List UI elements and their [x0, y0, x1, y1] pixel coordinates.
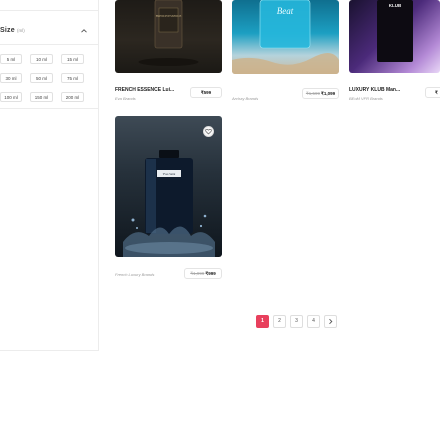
- product-brand: Archay Brands: [232, 96, 259, 101]
- price-box[interactable]: ₹599: [190, 87, 222, 98]
- product-image[interactable]: FRENCH ESSENCE: [115, 0, 222, 73]
- price-original: ₹1,999: [190, 271, 205, 276]
- size-chip-50ml[interactable]: 50 ml: [30, 73, 53, 83]
- size-filter-header[interactable]: Size (ml): [0, 25, 98, 39]
- bottle-label-text: FRENCH ESSENCE: [156, 14, 182, 18]
- size-filter-title: Size: [0, 27, 15, 34]
- perfume-bottle-image: KLUB: [377, 0, 413, 62]
- divider: [0, 44, 98, 45]
- product-listing-page: Size (ml) 5 ml 10 ml 15 ml 30 ml 50 ml 7…: [0, 0, 440, 440]
- perfume-bottle-image: Yves Saint: [123, 150, 215, 257]
- size-chip-200ml[interactable]: 200 ml: [61, 92, 84, 102]
- product-name[interactable]: FRENCH ESSENCE Lui...: [115, 87, 174, 93]
- chevron-up-icon[interactable]: [80, 27, 88, 35]
- bottle-label-text: Beat: [277, 6, 294, 16]
- page-4-button[interactable]: 4: [307, 315, 320, 328]
- price-box[interactable]: ₹1,599₹1,099: [302, 88, 339, 99]
- page-1-button[interactable]: 1: [256, 315, 269, 328]
- size-chip-150ml[interactable]: 150 ml: [30, 92, 53, 102]
- size-filter-unit: (ml): [17, 28, 25, 33]
- product-image[interactable]: KLUB: [349, 0, 440, 73]
- size-chip-75ml[interactable]: 75 ml: [61, 73, 84, 83]
- heart-icon: [205, 128, 212, 135]
- filter-sidebar: Size (ml) 5 ml 10 ml 15 ml 30 ml 50 ml 7…: [0, 0, 99, 351]
- bottle-label-text: Yves Saint: [163, 172, 176, 176]
- wishlist-button[interactable]: [203, 126, 214, 137]
- page-3-button[interactable]: 3: [290, 315, 303, 328]
- size-chip-100ml[interactable]: 100 ml: [0, 92, 22, 102]
- price-original: ₹1,599: [305, 91, 320, 96]
- bottle-label-text: KLUB: [389, 3, 402, 8]
- product-brand: BEoM VFR Brands: [349, 96, 383, 101]
- size-chip-30ml[interactable]: 30 ml: [0, 73, 22, 83]
- product-image[interactable]: Yves Saint: [115, 116, 222, 257]
- price-current: ₹999: [205, 271, 216, 276]
- perfume-bottle-image: FRENCH ESSENCE: [138, 0, 199, 66]
- product-name[interactable]: LUXURY KLUB Man...: [349, 87, 400, 93]
- price-current: ₹599: [200, 90, 212, 95]
- size-chip-15ml[interactable]: 15 ml: [61, 54, 84, 64]
- next-page-button[interactable]: [324, 315, 337, 328]
- page-2-button[interactable]: 2: [273, 315, 286, 328]
- price-box[interactable]: ₹1,999₹999: [184, 268, 222, 279]
- price-current: ₹1,099: [321, 91, 336, 96]
- product-image[interactable]: Beat: [232, 0, 339, 74]
- divider: [0, 10, 98, 11]
- price-current: ₹: [435, 90, 438, 95]
- product-brand: French Luxury Brands: [115, 272, 155, 277]
- chevron-right-icon: [329, 318, 333, 325]
- product-brand: Eva Brands: [115, 96, 136, 101]
- divider: [0, 108, 98, 109]
- size-chip-5ml[interactable]: 5 ml: [0, 54, 22, 64]
- size-chip-10ml[interactable]: 10 ml: [30, 54, 53, 64]
- price-box[interactable]: ₹: [425, 87, 440, 98]
- perfume-bottle-image: Beat: [232, 0, 339, 74]
